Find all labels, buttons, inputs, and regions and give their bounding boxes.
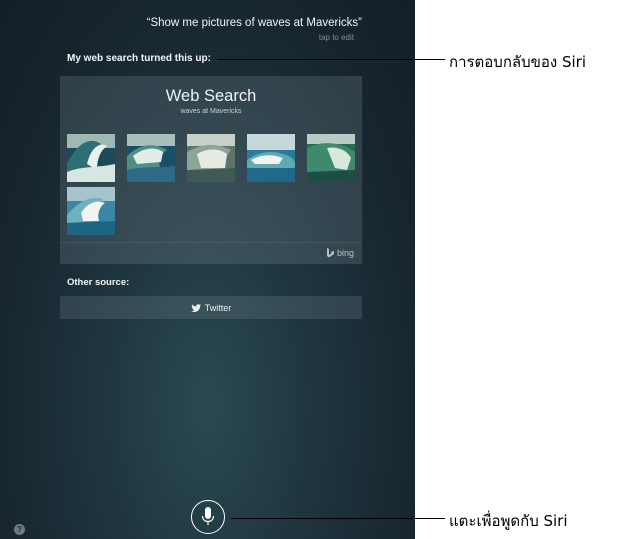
microphone-icon (201, 507, 215, 525)
callout-siri-response: การตอบกลับของ Siri (449, 53, 587, 71)
twitter-bird-icon (190, 303, 201, 312)
siri-query-text[interactable]: “Show me pictures of waves at Mavericks” (60, 17, 362, 29)
other-source-label: Other source: (67, 277, 130, 288)
twitter-source-button[interactable]: Twitter (60, 296, 362, 319)
wave-image-thumbnail[interactable] (127, 134, 175, 182)
siri-response-intro: My web search turned this up: (67, 53, 211, 64)
wave-image-thumbnail[interactable] (247, 134, 295, 182)
help-button[interactable]: ? (14, 524, 25, 535)
wave-image-thumbnail[interactable] (187, 134, 235, 182)
twitter-label: Twitter (204, 302, 232, 313)
web-search-title: Web Search (165, 87, 257, 105)
wave-image-thumbnail[interactable] (307, 134, 355, 182)
tap-to-edit-hint[interactable]: tap to edit (60, 33, 354, 42)
callout-line-microphone (231, 518, 445, 519)
callout-tap-to-speak: แตะเพื่อพูดกับ Siri (449, 512, 568, 530)
bing-logo-icon (326, 248, 334, 258)
bing-attribution[interactable]: bing (326, 248, 354, 258)
wave-image-thumbnail[interactable] (67, 187, 115, 235)
callout-line-response (217, 59, 445, 60)
wave-image-thumbnail[interactable] (67, 134, 115, 182)
siri-microphone-button[interactable] (191, 500, 225, 534)
siri-screen: “Show me pictures of waves at Mavericks”… (0, 0, 415, 539)
web-search-card[interactable]: Web Search waves at Mavericks bing (60, 76, 362, 264)
bing-label: bing (336, 248, 354, 258)
web-search-query: waves at Mavericks (180, 108, 242, 115)
card-divider (60, 242, 362, 243)
